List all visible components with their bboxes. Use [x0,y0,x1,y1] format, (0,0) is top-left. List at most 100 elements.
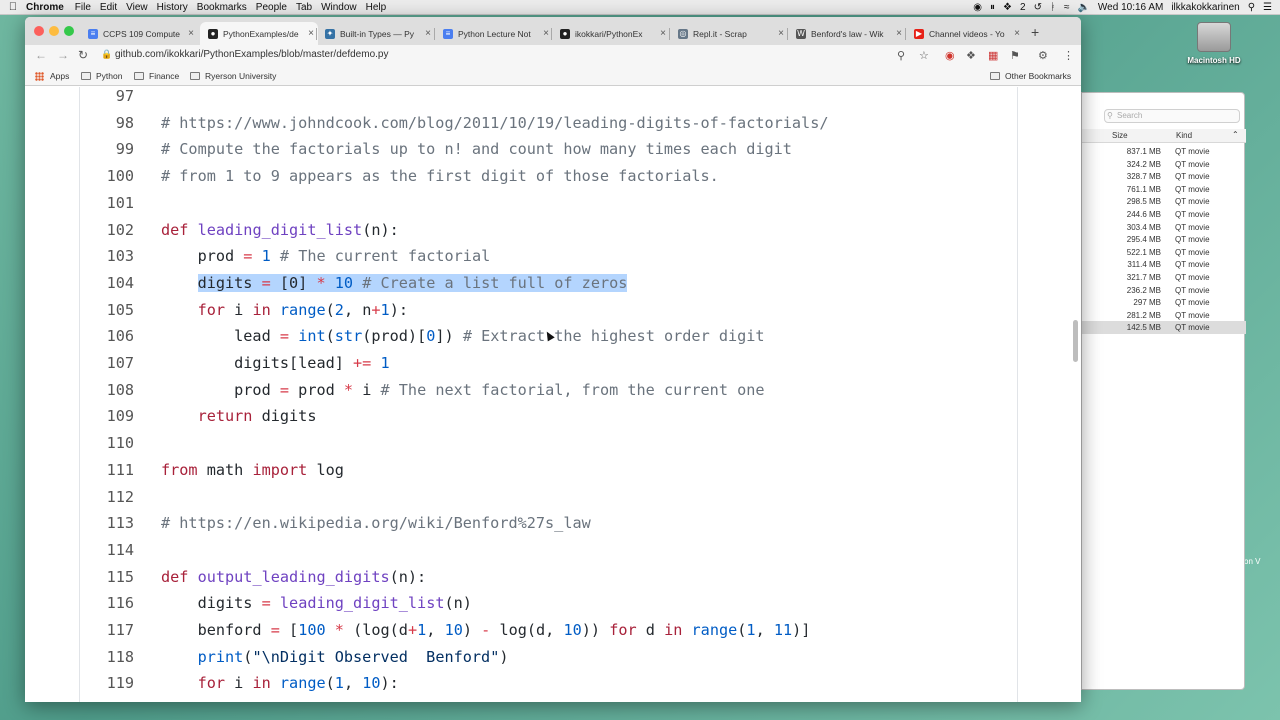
close-tab-icon[interactable]: × [1010,28,1024,39]
sort-chevron-icon[interactable]: ⌃ [1232,130,1239,139]
spotlight-icon[interactable]: ⚲ [1248,2,1255,13]
line-number[interactable]: 107 [80,350,134,377]
browser-tab[interactable]: ● PythonExamples/de × [200,22,318,45]
pause-icon[interactable]: ⏸ [990,2,995,13]
bookmark-ryerson[interactable]: Ryerson University [190,71,276,81]
line-number[interactable]: 118 [80,644,134,671]
close-tab-icon[interactable]: × [184,28,198,39]
time-machine-icon[interactable]: ↺ [1034,2,1042,13]
code-line[interactable]: 99 # Compute the factorials up to n! and … [80,136,1019,163]
extension-flag-icon[interactable]: ⚑ [1010,49,1020,62]
other-bookmarks[interactable]: Other Bookmarks [990,71,1071,81]
code-line[interactable]: 111 from math import log [80,457,1019,484]
finder-row[interactable]: 244.6 MB QT movie [1082,208,1246,221]
finder-row[interactable]: 837.1 MB QT movie [1082,145,1246,158]
finder-row[interactable]: 324.2 MB QT movie [1082,158,1246,171]
browser-tab[interactable]: ≡ CCPS 109 Compute × [80,22,198,45]
code-line[interactable]: 97 [80,87,1019,110]
close-tab-icon[interactable]: × [421,28,435,39]
notification-badge[interactable]: 2 [1020,2,1026,13]
line-number[interactable]: 116 [80,590,134,617]
chrome-menu-icon[interactable]: ⋮ [1063,49,1074,62]
line-number[interactable]: 100 [80,163,134,190]
line-number[interactable]: 117 [80,617,134,644]
volume-icon[interactable]: 🔈 [1077,2,1089,13]
new-tab-button[interactable]: + [1031,24,1039,40]
line-number[interactable]: 104 [80,270,134,297]
line-number[interactable]: 101 [80,190,134,217]
code-line[interactable]: 104 digits = [0] * 10 # Create a list fu… [80,270,1019,297]
datetime[interactable]: Wed 10:16 AM [1098,2,1163,13]
code-line[interactable]: 115 def output_leading_digits(n): [80,564,1019,591]
zoom-icon[interactable]: ⚲ [897,49,905,62]
code-line[interactable]: 101 [80,190,1019,217]
menu-file[interactable]: File [75,2,100,13]
finder-row[interactable]: 142.5 MB QT movie [1082,321,1246,334]
extension-gear-icon[interactable]: ⚙ [1038,49,1048,62]
finder-row[interactable]: 328.7 MB QT movie [1082,170,1246,183]
code-line[interactable]: 109 return digits [80,403,1019,430]
reload-icon[interactable]: ↻ [78,48,88,62]
line-number[interactable]: 98 [80,110,134,137]
line-number[interactable]: 113 [80,510,134,537]
line-number[interactable]: 108 [80,377,134,404]
browser-tab[interactable]: ▶ Channel videos - Yo × [906,22,1024,45]
code-line[interactable]: 98 # https://www.johndcook.com/blog/2011/… [80,110,1019,137]
code-line[interactable]: 105 for i in range(2, n+1): [80,297,1019,324]
record-icon[interactable]: ◉ [973,2,982,13]
code-line[interactable]: 118 print("\nDigit Observed Benford") [80,644,1019,671]
close-tab-icon[interactable]: × [656,28,670,39]
hard-drive-icon[interactable] [1197,22,1231,52]
finder-row[interactable]: 303.4 MB QT movie [1082,221,1246,234]
minimize-window-icon[interactable] [49,26,59,36]
browser-tab[interactable]: ◎ Repl.it - Scrap × [670,22,788,45]
bookmark-finance[interactable]: Finance [134,71,179,81]
code-line[interactable]: 103 prod = 1 # The current factorial [80,243,1019,270]
menu-help[interactable]: Help [366,2,396,13]
menu-bookmarks[interactable]: Bookmarks [197,2,256,13]
finder-row[interactable]: 236.2 MB QT movie [1082,284,1246,297]
wifi-icon[interactable]: ≈ [1064,2,1070,13]
finder-row[interactable]: 522.1 MB QT movie [1082,246,1246,259]
code-line[interactable]: 117 benford = [100 * (log(d+1, 10) - log… [80,617,1019,644]
menu-view[interactable]: View [126,2,157,13]
browser-tab[interactable]: ✦ Built-in Types — Py × [317,22,435,45]
address-bar[interactable]: github.com/ikokkari/PythonExamples/blob/… [115,49,388,60]
code-line[interactable]: 119 for i in range(1, 10): [80,670,1019,697]
line-number[interactable]: 112 [80,484,134,511]
line-number[interactable]: 114 [80,537,134,564]
line-number[interactable]: 115 [80,564,134,591]
browser-tab[interactable]: ● ikokkari/PythonEx × [552,22,670,45]
finder-row[interactable]: 281.2 MB QT movie [1082,309,1246,322]
finder-row[interactable]: 321.7 MB QT movie [1082,271,1246,284]
apple-icon[interactable]:  [0,1,26,13]
code-line[interactable]: 112 [80,484,1019,511]
menu-window[interactable]: Window [321,2,366,13]
line-number[interactable]: 110 [80,430,134,457]
scrollbar-thumb[interactable] [1073,320,1078,362]
bookmark-apps[interactable]: Apps [35,71,69,81]
bookmark-python[interactable]: Python [81,71,122,81]
close-window-icon[interactable] [34,26,44,36]
finder-search-input[interactable]: ⚲ Search [1104,109,1240,123]
bluetooth-icon[interactable]: ᛓ [1050,2,1056,13]
code-line[interactable]: 113 # https://en.wikipedia.org/wiki/Benfo… [80,510,1019,537]
finder-row[interactable]: 297 MB QT movie [1082,296,1246,309]
menu-list-icon[interactable]: ☰ [1263,2,1272,13]
back-arrow-icon[interactable]: ← [35,48,47,62]
line-number[interactable]: 99 [80,136,134,163]
bookmark-star-icon[interactable]: ☆ [919,49,929,62]
column-kind[interactable]: Kind [1176,131,1192,140]
line-number[interactable]: 119 [80,670,134,697]
forward-arrow-icon[interactable]: → [57,48,69,62]
line-number[interactable]: 105 [80,297,134,324]
extension-grid-icon[interactable]: ▦ [988,49,998,62]
line-number[interactable]: 97 [80,87,134,110]
column-size[interactable]: Size [1112,131,1128,140]
browser-tab[interactable]: W Benford's law - Wik × [788,22,906,45]
close-tab-icon[interactable]: × [774,28,788,39]
menu-app[interactable]: Chrome [26,2,75,13]
extension-red-icon[interactable]: ◉ [945,49,955,62]
line-number[interactable]: 102 [80,217,134,244]
code-line[interactable]: 108 prod = prod * i # The next factorial… [80,377,1019,404]
